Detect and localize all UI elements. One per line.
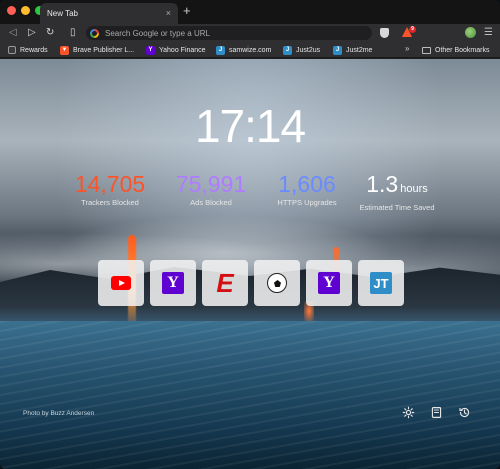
background-waves	[0, 321, 500, 469]
window-controls	[7, 6, 44, 15]
bookmarks-bar: Rewards ▼ Brave Publisher L... Y Yahoo F…	[0, 42, 500, 58]
other-bookmarks-folder[interactable]: Other Bookmarks	[422, 44, 489, 56]
samwize-icon: J	[216, 45, 225, 55]
bookmark-label: Other Bookmarks	[435, 46, 490, 54]
stat-https: 1,606 HTTPS Upgrades	[270, 171, 344, 207]
just2us-icon: J	[283, 45, 292, 55]
back-icon[interactable]: ◁	[9, 26, 17, 40]
stat-value: 1.3	[366, 171, 399, 197]
tab-new-tab[interactable]: New Tab ×	[40, 3, 178, 24]
bookmark-rewards[interactable]: Rewards	[8, 44, 48, 56]
history-icon[interactable]	[458, 406, 471, 419]
google-icon	[90, 28, 99, 38]
bookmark-label: Just2me	[346, 46, 373, 54]
tile-just2us[interactable]: JT	[358, 260, 404, 306]
close-window-button[interactable]	[7, 6, 16, 15]
bookmark-brave-publisher[interactable]: ▼ Brave Publisher L...	[60, 44, 134, 56]
brave-icon: ▼	[60, 45, 69, 55]
reload-icon[interactable]: ↻	[46, 26, 54, 40]
url-input[interactable]	[105, 28, 365, 38]
stat-unit: hours	[400, 183, 428, 195]
minimize-window-button[interactable]	[21, 6, 30, 15]
espn-icon: E	[216, 267, 234, 298]
browser-window: New Tab × + ◁ ▷ ↻ ▯ 9 ☰ Rewards ▼ Brave …	[0, 0, 500, 469]
bookmark-label: Yahoo Finance	[159, 46, 206, 54]
tab-title: New Tab	[47, 9, 78, 18]
yahoo-icon: Y	[146, 45, 155, 55]
stat-ads: 75,991 Ads Blocked	[166, 171, 256, 207]
stat-label: HTTPS Upgrades	[277, 198, 337, 207]
tile-soccer[interactable]	[254, 260, 300, 306]
just2me-icon: J	[333, 45, 342, 55]
photo-credit: Photo by Buzz Andersen	[23, 410, 95, 417]
tile-youtube[interactable]	[98, 260, 144, 306]
toolbar: ◁ ▷ ↻ ▯ 9 ☰	[0, 24, 500, 42]
brave-shields-icon[interactable]	[380, 28, 389, 38]
rewards-icon	[8, 46, 16, 54]
tile-yahoo-finance[interactable]: Y	[306, 260, 352, 306]
stat-value: 75,991	[175, 171, 247, 197]
tab-strip: New Tab × +	[0, 0, 500, 24]
soccer-ball-icon	[267, 273, 287, 293]
new-tab-page: 17:14 14,705 Trackers Blocked 75,991 Ads…	[0, 59, 500, 469]
yahoo-icon: Y	[318, 272, 340, 294]
bookmark-label: Brave Publisher L...	[73, 46, 135, 54]
bookmark-yahoo-finance[interactable]: Y Yahoo Finance	[146, 44, 206, 56]
bookmark-label: samwize.com	[229, 46, 272, 54]
youtube-icon	[111, 276, 131, 290]
bookmark-just2us[interactable]: J Just2us	[283, 44, 320, 56]
menu-icon[interactable]: ☰	[484, 26, 493, 40]
bookmark-icon[interactable]: ▯	[70, 26, 76, 40]
bookmark-label: Rewards	[20, 46, 48, 54]
bookmark-label: Just2us	[296, 46, 321, 54]
stat-value: 1,606	[278, 171, 336, 197]
rewards-badge: 9	[409, 26, 416, 33]
more-bookmarks-icon[interactable]: »	[405, 44, 409, 53]
profile-avatar[interactable]	[465, 27, 476, 38]
brave-rewards-icon[interactable]: 9	[402, 26, 416, 38]
address-bar[interactable]	[86, 26, 372, 40]
bookmark-samwize[interactable]: J samwize.com	[216, 44, 271, 56]
stat-value-wrap: 1.3 hours	[358, 171, 436, 202]
stat-label: Ads Blocked	[190, 198, 232, 207]
stat-time-saved: 1.3 hours Estimated Time Saved	[358, 171, 436, 212]
stat-value: 14,705	[74, 171, 146, 197]
stat-label: Estimated Time Saved	[359, 203, 435, 212]
folder-icon	[422, 46, 431, 54]
stat-label: Trackers Blocked	[81, 198, 139, 207]
stat-trackers: 14,705 Trackers Blocked	[66, 171, 154, 207]
bookmark-just2me[interactable]: J Just2me	[333, 44, 372, 56]
bookmarks-icon[interactable]	[430, 406, 443, 419]
top-sites: Y E Y JT	[98, 260, 408, 306]
just2us-icon: JT	[370, 272, 392, 294]
yahoo-icon: Y	[162, 272, 184, 294]
forward-icon[interactable]: ▷	[28, 26, 36, 40]
close-icon[interactable]: ×	[166, 9, 171, 18]
gear-icon[interactable]	[402, 406, 415, 419]
new-tab-button[interactable]: +	[183, 4, 191, 17]
tile-yahoo[interactable]: Y	[150, 260, 196, 306]
clock: 17:14	[194, 100, 306, 152]
tile-espn[interactable]: E	[202, 260, 248, 306]
